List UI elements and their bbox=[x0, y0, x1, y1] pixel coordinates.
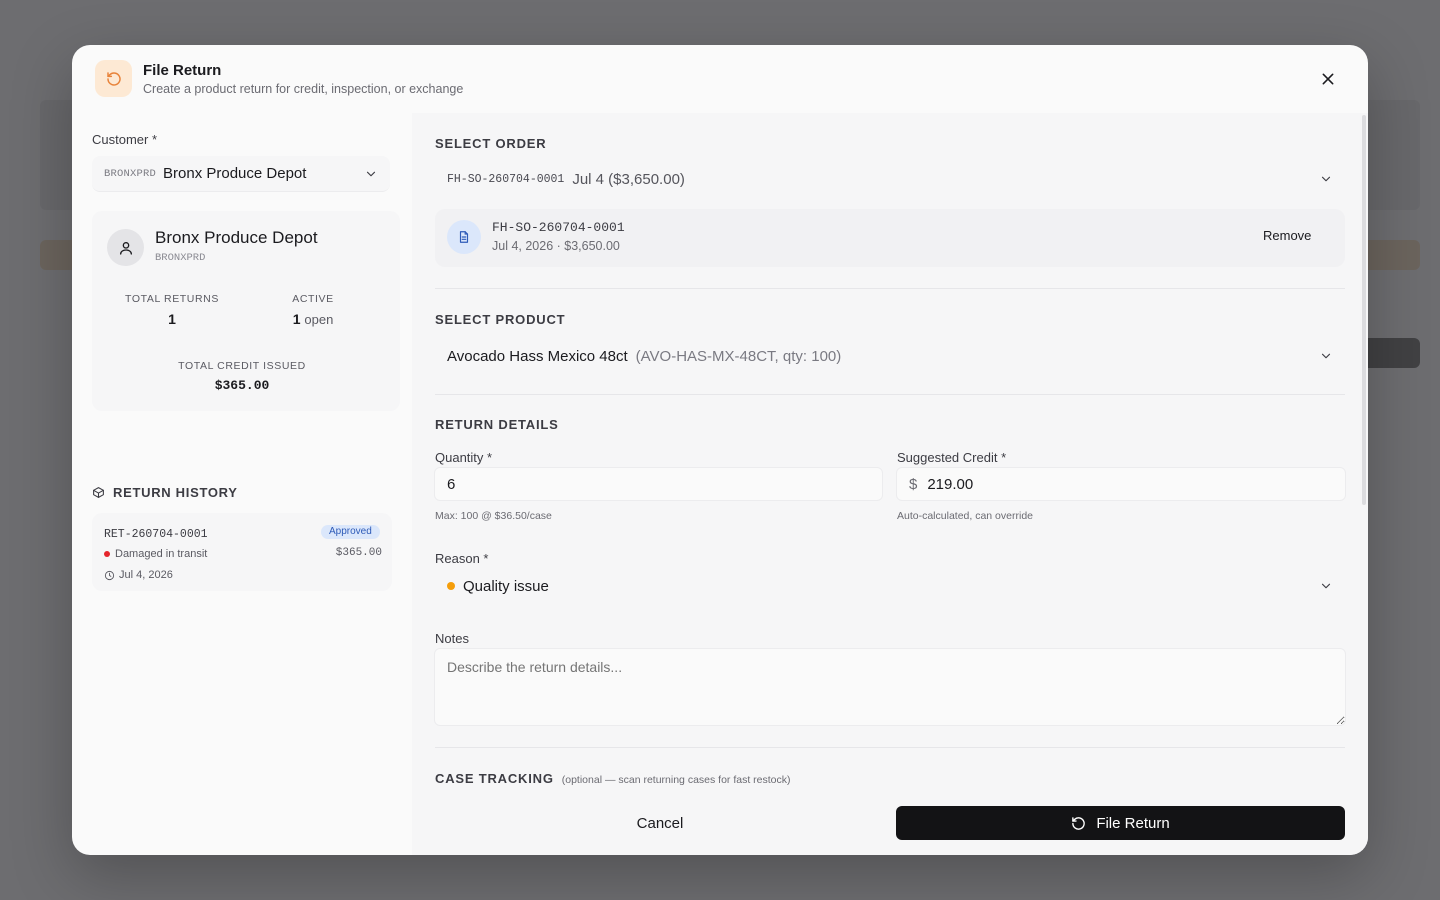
customer-card-name: Bronx Produce Depot bbox=[155, 228, 318, 247]
select-order-title: SELECT ORDER bbox=[435, 136, 547, 151]
chevron-down-icon bbox=[1321, 583, 1331, 589]
quantity-label: Quantity * bbox=[435, 450, 493, 465]
case-tracking-label: CASE TRACKING bbox=[435, 771, 554, 786]
case-tracking-title: CASE TRACKING (optional — scan returning… bbox=[435, 771, 791, 786]
notes-textarea[interactable] bbox=[434, 648, 1346, 726]
order-card-meta: Jul 4, 2026 · $3,650.00 bbox=[492, 239, 620, 253]
total-credit-label: TOTAL CREDIT ISSUED bbox=[178, 360, 306, 372]
file-return-modal: File Return Create a product return for … bbox=[72, 45, 1368, 855]
file-return-label: File Return bbox=[1096, 814, 1170, 832]
clock-icon bbox=[104, 570, 115, 580]
history-item-amount: $365.00 bbox=[335, 547, 382, 559]
order-select-code: FH-SO-260704-0001 bbox=[447, 172, 565, 186]
customer-name: Bronx Produce Depot bbox=[163, 165, 307, 182]
product-select[interactable]: Avocado Hass Mexico 48ct (AVO-HAS-MX-48C… bbox=[435, 339, 1345, 373]
select-product-title: SELECT PRODUCT bbox=[435, 312, 566, 327]
scrollbar[interactable] bbox=[1362, 115, 1366, 505]
total-credit-value: $365.00 bbox=[214, 378, 270, 393]
customer-select[interactable]: BRONXPRD Bronx Produce Depot bbox=[92, 156, 390, 192]
history-date-text: Jul 4, 2026 bbox=[119, 569, 173, 581]
status-badge: Approved bbox=[321, 525, 380, 539]
modal-subtitle: Create a product return for credit, insp… bbox=[143, 82, 464, 96]
modal-title: File Return bbox=[143, 62, 222, 79]
history-item-id: RET-260704-0001 bbox=[104, 528, 208, 541]
selected-order-card: FH-SO-260704-0001 Jul 4, 2026 · $3,650.0… bbox=[435, 209, 1345, 267]
active-label: ACTIVE bbox=[292, 293, 334, 305]
remove-order-button[interactable]: Remove bbox=[1263, 228, 1311, 243]
package-icon bbox=[93, 487, 104, 498]
divider bbox=[435, 288, 1345, 289]
status-dot bbox=[104, 551, 110, 557]
active-value: 1 open bbox=[253, 311, 373, 327]
file-return-button[interactable]: File Return bbox=[896, 806, 1345, 840]
reason-dot bbox=[447, 582, 455, 590]
chevron-down-icon bbox=[1321, 176, 1331, 182]
divider bbox=[435, 747, 1345, 748]
return-details-title: RETURN DETAILS bbox=[435, 417, 559, 432]
order-select[interactable]: FH-SO-260704-0001 Jul 4 ($3,650.00) bbox=[435, 162, 1345, 196]
customer-code: BRONXPRD bbox=[104, 167, 157, 180]
customer-label: Customer * bbox=[92, 132, 158, 147]
return-history-title: RETURN HISTORY bbox=[92, 485, 238, 500]
user-icon bbox=[107, 229, 144, 266]
chevron-down-icon bbox=[366, 171, 376, 176]
total-returns-label: TOTAL RETURNS bbox=[125, 293, 219, 305]
customer-summary-card: Bronx Produce Depot BRONXPRD TOTAL RETUR… bbox=[92, 211, 400, 411]
quantity-hint: Max: 100 @ $36.50/case bbox=[435, 510, 552, 522]
product-select-name: Avocado Hass Mexico 48ct bbox=[447, 347, 628, 365]
chevron-down-icon bbox=[1321, 353, 1331, 359]
return-history-label: RETURN HISTORY bbox=[113, 485, 238, 500]
history-reason-text: Damaged in transit bbox=[115, 548, 208, 560]
reason-value: Quality issue bbox=[463, 577, 549, 595]
close-icon bbox=[1322, 73, 1334, 85]
order-card-code: FH-SO-260704-0001 bbox=[492, 220, 625, 235]
rotate-ccw-icon bbox=[95, 60, 132, 97]
suggested-credit-input[interactable]: $ 219.00 bbox=[896, 467, 1346, 501]
order-select-text: Jul 4 ($3,650.00) bbox=[572, 170, 685, 188]
rotate-ccw-icon bbox=[1072, 816, 1086, 830]
suggested-credit-label: Suggested Credit * bbox=[897, 450, 1007, 465]
active-count: 1 bbox=[292, 311, 301, 327]
cancel-button[interactable]: Cancel bbox=[435, 806, 885, 840]
document-icon bbox=[447, 220, 481, 254]
product-select-detail: (AVO-HAS-MX-48CT, qty: 100) bbox=[635, 347, 842, 365]
reason-select[interactable]: Quality issue bbox=[435, 569, 1345, 603]
quantity-input[interactable]: 6 bbox=[434, 467, 883, 501]
reason-label: Reason * bbox=[435, 551, 489, 566]
history-item-date: Jul 4, 2026 bbox=[104, 569, 173, 581]
history-item-reason: Damaged in transit bbox=[104, 548, 207, 560]
suggested-credit-hint: Auto-calculated, can override bbox=[897, 510, 1033, 522]
customer-panel: Customer * BRONXPRD Bronx Produce Depot … bbox=[92, 113, 402, 855]
notes-label: Notes bbox=[435, 631, 469, 646]
history-item[interactable]: RET-260704-0001 Approved Damaged in tran… bbox=[92, 513, 392, 591]
customer-card-code: BRONXPRD bbox=[155, 252, 206, 264]
suggested-credit-value: 219.00 bbox=[927, 475, 974, 493]
total-returns-value: 1 bbox=[168, 311, 176, 327]
close-button[interactable] bbox=[1314, 65, 1342, 93]
active-unit: open bbox=[304, 312, 334, 327]
dollar-icon: $ bbox=[909, 475, 918, 493]
quantity-value: 6 bbox=[447, 475, 456, 493]
modal-header: File Return Create a product return for … bbox=[72, 45, 1368, 113]
case-tracking-subtitle: (optional — scan returning cases for fas… bbox=[561, 774, 791, 786]
divider bbox=[435, 394, 1345, 395]
